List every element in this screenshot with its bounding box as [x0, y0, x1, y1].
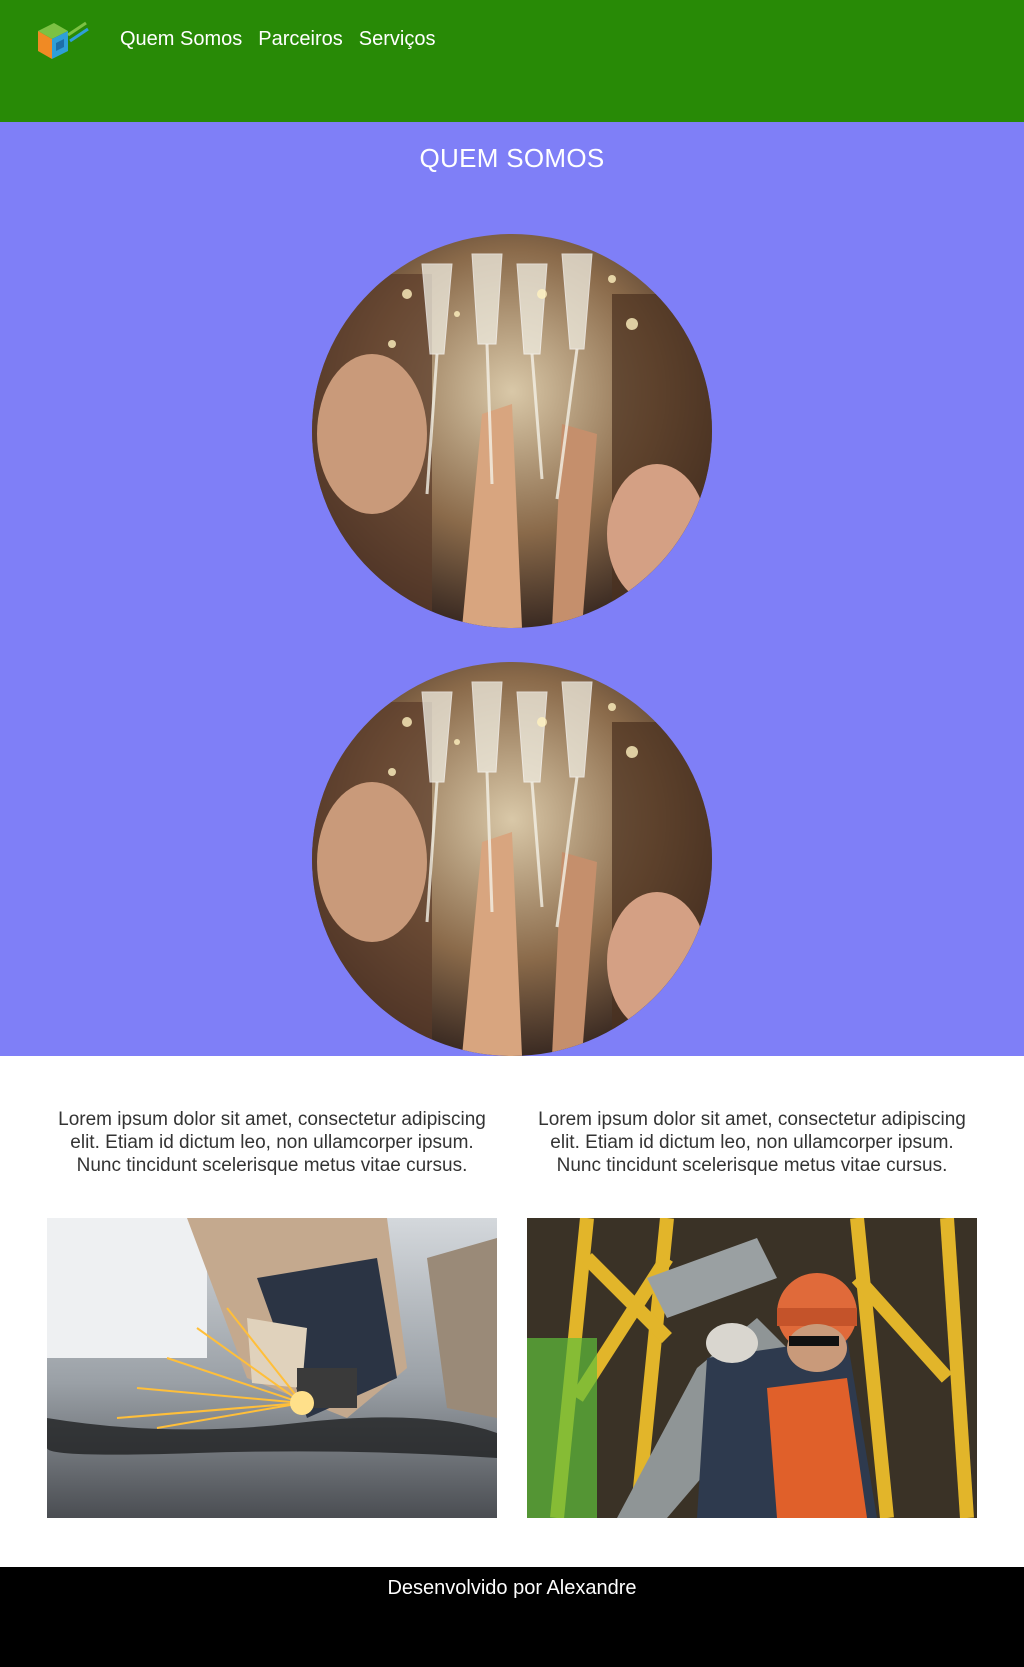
- about-section: QUEM SOMOS: [0, 122, 1024, 1056]
- construction-worker-photo: [527, 1218, 977, 1518]
- celebration-photo-1: [312, 234, 712, 628]
- nav-link-parceiros[interactable]: Parceiros: [258, 28, 342, 51]
- section-title: QUEM SOMOS: [419, 143, 605, 173]
- service-description: Lorem ipsum dolor sit amet, consectetur …: [58, 1109, 486, 1176]
- celebration-photo-2: [312, 662, 712, 1056]
- nav-link-servicos[interactable]: Serviços: [359, 28, 436, 51]
- footer-credit: Desenvolvido por Alexandre: [387, 1577, 637, 1599]
- services-section: Lorem ipsum dolor sit amet, consectetur …: [0, 1056, 1024, 1567]
- cube-logo-icon[interactable]: [34, 17, 92, 65]
- main-nav: Quem Somos Parceiros Serviços: [120, 28, 435, 51]
- service-description: Lorem ipsum dolor sit amet, consectetur …: [538, 1109, 966, 1176]
- angle-grinder-photo: [47, 1218, 497, 1518]
- site-footer: Desenvolvido por Alexandre: [0, 1567, 1024, 1667]
- site-header: Quem Somos Parceiros Serviços: [0, 0, 1024, 122]
- nav-link-quem-somos[interactable]: Quem Somos: [120, 28, 242, 51]
